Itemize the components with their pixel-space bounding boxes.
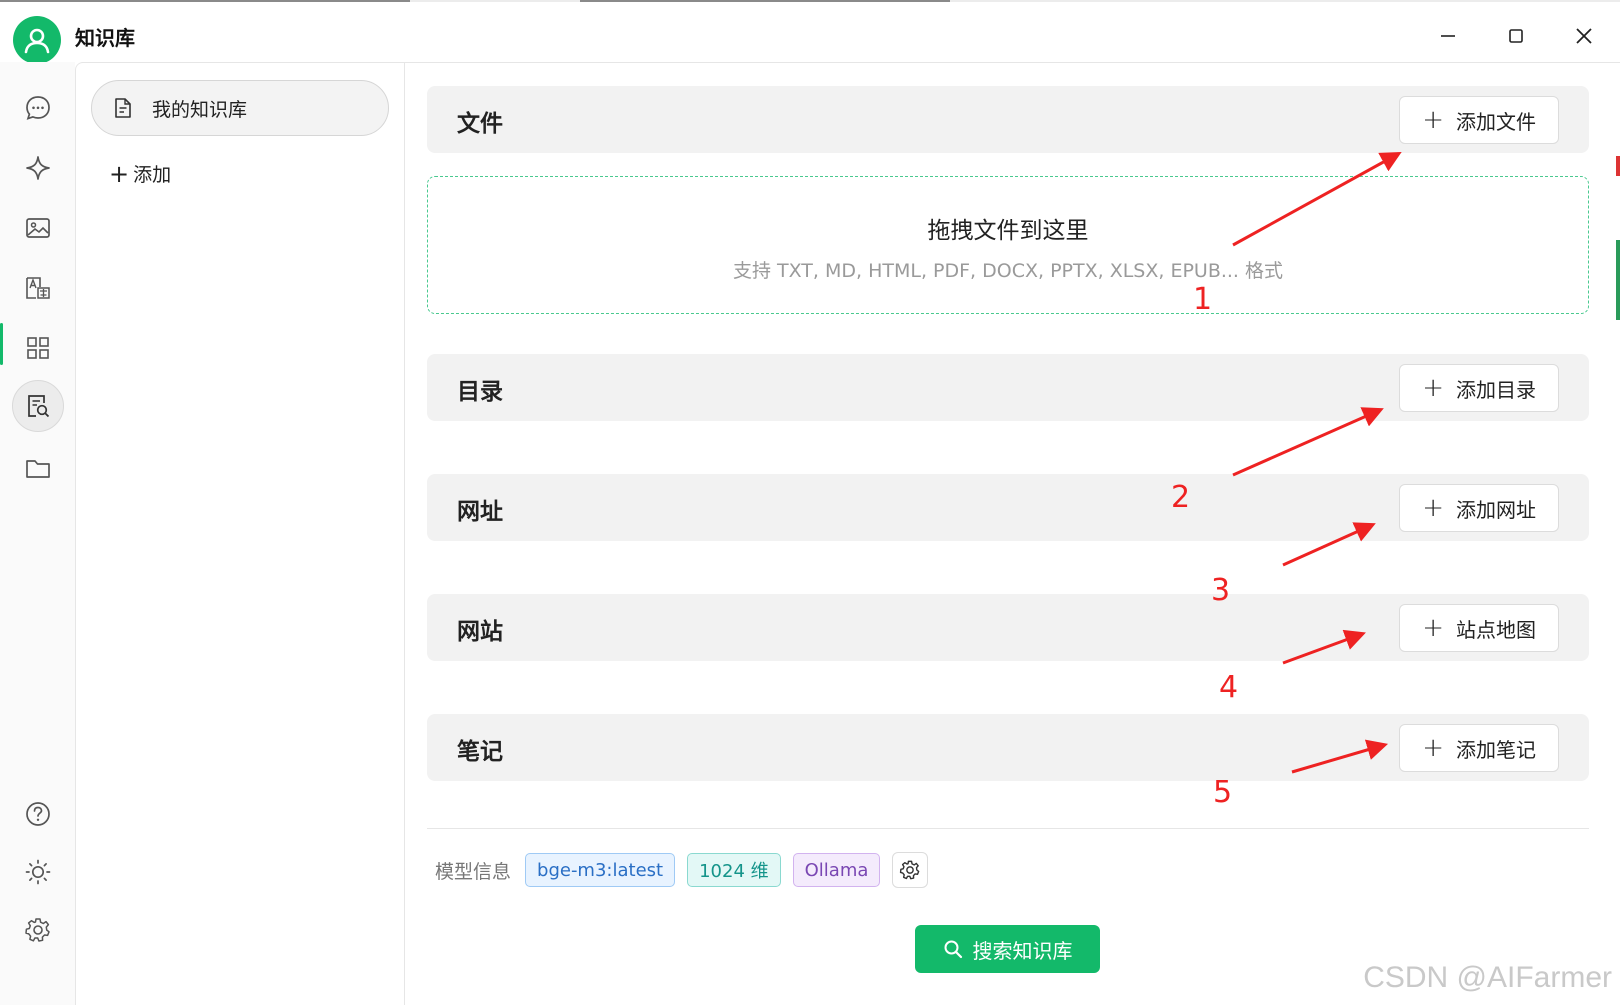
model-info-row: 模型信息 bge-m3:latest 1024 维 Ollama bbox=[435, 852, 929, 888]
add-note-button[interactable]: + 添加笔记 bbox=[1399, 724, 1559, 772]
maximize-button[interactable] bbox=[1496, 16, 1536, 56]
chat-icon bbox=[26, 96, 50, 120]
section-notes: 笔记 + 添加笔记 bbox=[427, 714, 1589, 781]
add-directory-button[interactable]: + 添加目录 bbox=[1399, 364, 1559, 412]
add-label: 添加 bbox=[133, 164, 172, 186]
app-logo-icon bbox=[13, 16, 61, 64]
divider bbox=[427, 828, 1589, 829]
annotation-number-2: 2 bbox=[1171, 480, 1191, 515]
document-icon bbox=[115, 98, 131, 118]
rail-active-marker bbox=[0, 323, 3, 365]
knowledge-search-icon bbox=[28, 395, 50, 418]
provider-tag: Ollama bbox=[792, 853, 881, 887]
close-button[interactable] bbox=[1564, 16, 1604, 56]
annotation-number-5: 5 bbox=[1213, 775, 1233, 810]
section-title-notes: 笔记 bbox=[457, 739, 503, 765]
section-title-url: 网址 bbox=[457, 499, 503, 525]
plus-icon: + bbox=[1422, 493, 1444, 523]
plus-icon: + bbox=[109, 159, 130, 188]
minimize-button[interactable] bbox=[1428, 16, 1468, 56]
add-url-label: 添加网址 bbox=[1456, 497, 1536, 522]
kb-item-label: 我的知识库 bbox=[152, 98, 248, 121]
dimension-tag: 1024 维 bbox=[687, 853, 781, 887]
search-knowledge-base-button[interactable]: 搜索知识库 bbox=[915, 925, 1100, 973]
model-info-label: 模型信息 bbox=[435, 860, 512, 883]
close-icon bbox=[1576, 28, 1592, 44]
annotation-number-3: 3 bbox=[1211, 573, 1231, 608]
gear-icon bbox=[900, 860, 920, 880]
rail-item-apps[interactable] bbox=[12, 322, 64, 374]
plus-icon: + bbox=[1422, 373, 1444, 403]
title-bar: 知识库 bbox=[0, 2, 1620, 64]
watermark: CSDN @AIFarmer bbox=[1363, 961, 1612, 994]
section-files: 文件 + 添加文件 bbox=[427, 86, 1589, 153]
section-title-files: 文件 bbox=[457, 111, 503, 137]
sitemap-label: 站点地图 bbox=[1456, 617, 1536, 642]
plus-icon: + bbox=[1422, 105, 1444, 135]
rail-item-knowledge-base[interactable] bbox=[12, 380, 64, 432]
model-settings-button[interactable] bbox=[892, 852, 929, 888]
add-knowledge-base-button[interactable]: + 添加 bbox=[109, 160, 171, 187]
main-panel: 文件 + 添加文件 拖拽文件到这里 支持 TXT, MD, HTML, PDF,… bbox=[405, 62, 1620, 1005]
rail-item-help[interactable] bbox=[12, 788, 64, 840]
rail-item-settings[interactable] bbox=[12, 904, 64, 956]
dropzone-subtitle: 支持 TXT, MD, HTML, PDF, DOCX, PPTX, XLSX,… bbox=[732, 260, 1284, 282]
image-icon bbox=[26, 218, 50, 238]
kb-item-my-knowledge-base[interactable]: 我的知识库 bbox=[91, 80, 389, 136]
help-icon bbox=[26, 802, 50, 826]
add-note-label: 添加笔记 bbox=[1456, 737, 1536, 762]
annotation-number-4: 4 bbox=[1219, 670, 1239, 705]
nav-rail bbox=[0, 62, 75, 1005]
folder-icon bbox=[26, 460, 50, 478]
add-url-button[interactable]: + 添加网址 bbox=[1399, 484, 1559, 532]
window-title: 知识库 bbox=[75, 26, 135, 50]
apps-grid-icon bbox=[27, 337, 49, 359]
rail-item-chat[interactable] bbox=[12, 82, 64, 134]
rail-item-image[interactable] bbox=[12, 202, 64, 254]
theme-sun-icon bbox=[25, 859, 51, 885]
knowledge-base-sidebar: 我的知识库 + 添加 bbox=[75, 62, 405, 1005]
section-directory: 目录 + 添加目录 bbox=[427, 354, 1589, 421]
section-title-directory: 目录 bbox=[457, 379, 503, 405]
add-file-label: 添加文件 bbox=[1456, 109, 1536, 134]
translate-icon bbox=[26, 277, 50, 299]
model-name-tag: bge-m3:latest bbox=[525, 853, 676, 887]
sitemap-button[interactable]: + 站点地图 bbox=[1399, 604, 1559, 652]
plus-icon: + bbox=[1422, 733, 1444, 763]
file-dropzone[interactable]: 拖拽文件到这里 支持 TXT, MD, HTML, PDF, DOCX, PPT… bbox=[427, 176, 1589, 314]
rail-item-translate[interactable] bbox=[12, 262, 64, 314]
plus-icon: + bbox=[1422, 613, 1444, 643]
dropzone-title: 拖拽文件到这里 bbox=[927, 218, 1089, 244]
section-website: 网站 + 站点地图 bbox=[427, 594, 1589, 661]
search-icon bbox=[944, 940, 962, 959]
search-button-label: 搜索知识库 bbox=[972, 938, 1073, 963]
section-title-website: 网站 bbox=[457, 619, 503, 645]
sparkle-icon bbox=[26, 156, 50, 180]
section-url: 网址 + 添加网址 bbox=[427, 474, 1589, 541]
rail-item-theme[interactable] bbox=[12, 846, 64, 898]
right-edge-strip bbox=[1616, 62, 1620, 1005]
minimize-icon bbox=[1441, 35, 1455, 37]
annotation-number-1: 1 bbox=[1193, 282, 1213, 317]
add-file-button[interactable]: + 添加文件 bbox=[1399, 96, 1559, 144]
add-directory-label: 添加目录 bbox=[1456, 377, 1536, 402]
app-window: 知识库 我的知识库 + 添加 文件 + 添加文件 拖拽文件到这里 支持 TXT,… bbox=[0, 0, 1620, 1005]
settings-gear-icon bbox=[25, 918, 50, 942]
maximize-icon bbox=[1509, 29, 1523, 43]
rail-item-assistant[interactable] bbox=[12, 142, 64, 194]
rail-item-files[interactable] bbox=[12, 442, 64, 494]
